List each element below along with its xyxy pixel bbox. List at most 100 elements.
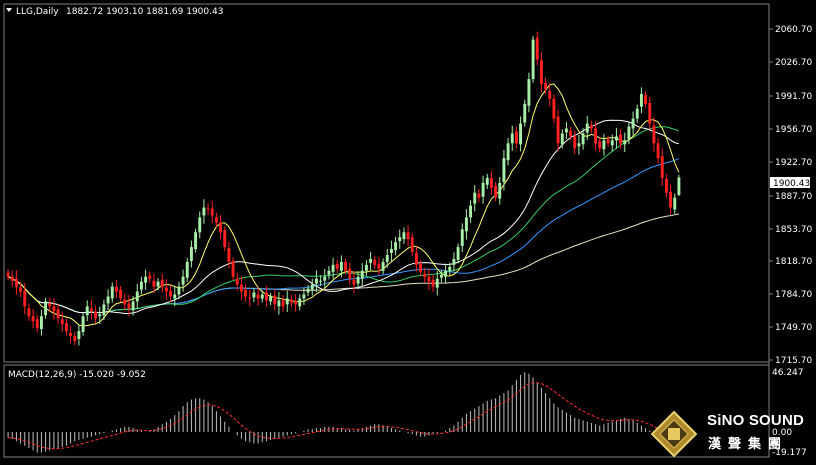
candle[interactable] <box>77 324 81 346</box>
candle[interactable] <box>239 276 243 300</box>
candle[interactable] <box>94 305 98 324</box>
candle[interactable] <box>231 257 235 281</box>
candle[interactable] <box>498 176 502 205</box>
candle[interactable] <box>577 135 581 155</box>
candle[interactable] <box>73 331 77 346</box>
candle[interactable] <box>314 270 318 292</box>
candle[interactable] <box>256 287 260 306</box>
candle[interactable] <box>469 200 473 223</box>
candle[interactable] <box>110 282 114 303</box>
candle[interactable] <box>664 174 668 198</box>
candle[interactable] <box>531 36 535 83</box>
candle[interactable] <box>635 104 639 123</box>
candle[interactable] <box>39 309 43 336</box>
candle[interactable] <box>556 109 560 151</box>
candle[interactable] <box>44 297 48 319</box>
candle[interactable] <box>506 137 510 166</box>
candle[interactable] <box>477 188 481 203</box>
candle[interactable] <box>160 273 164 293</box>
candle[interactable] <box>435 270 439 296</box>
candle[interactable] <box>614 128 618 149</box>
candle[interactable] <box>135 283 139 310</box>
candle[interactable] <box>464 209 468 240</box>
candle[interactable] <box>348 262 352 285</box>
candle[interactable] <box>564 121 568 139</box>
candle[interactable] <box>644 91 648 108</box>
candle[interactable] <box>252 287 256 303</box>
candle[interactable] <box>473 185 477 212</box>
candle[interactable] <box>327 266 331 280</box>
candle[interactable] <box>289 294 293 308</box>
candle[interactable] <box>181 269 185 292</box>
candle[interactable] <box>452 252 456 272</box>
candle[interactable] <box>6 269 10 281</box>
candle[interactable] <box>223 226 227 252</box>
candle[interactable] <box>273 289 277 311</box>
candle[interactable] <box>652 117 656 152</box>
candle[interactable] <box>535 31 539 66</box>
candle[interactable] <box>360 263 364 287</box>
candle[interactable] <box>52 298 56 320</box>
candle[interactable] <box>502 149 506 191</box>
candle[interactable] <box>35 315 39 333</box>
candle[interactable] <box>677 174 681 196</box>
candle[interactable] <box>194 228 198 253</box>
candle[interactable] <box>398 229 402 249</box>
chart-canvas[interactable]: 2060.70 2026.70 1991.70 1956.70 1922.70 1887.… <box>0 0 816 461</box>
candle[interactable] <box>423 267 427 283</box>
candle[interactable] <box>269 292 273 305</box>
candle[interactable] <box>277 292 281 315</box>
candle[interactable] <box>510 125 514 152</box>
candle[interactable] <box>123 293 127 311</box>
candle[interactable] <box>352 271 356 293</box>
candle[interactable] <box>189 240 193 268</box>
candle[interactable] <box>369 251 373 270</box>
candle[interactable] <box>310 278 314 296</box>
candle[interactable] <box>444 263 448 284</box>
candle[interactable] <box>323 269 327 289</box>
candle[interactable] <box>494 182 498 202</box>
candle[interactable] <box>552 94 556 124</box>
candle[interactable] <box>410 233 414 257</box>
candle[interactable] <box>669 184 673 215</box>
candle[interactable] <box>519 116 523 152</box>
candle[interactable] <box>335 259 339 273</box>
candle[interactable] <box>489 171 493 195</box>
candle[interactable] <box>14 270 18 295</box>
candle[interactable] <box>69 325 73 344</box>
candle[interactable] <box>623 132 627 153</box>
trading-chart[interactable]: 2060.70 2026.70 1991.70 1956.70 1922.70 1887.… <box>0 0 816 461</box>
candle[interactable] <box>202 199 206 224</box>
candle[interactable] <box>573 130 577 155</box>
candle[interactable] <box>298 294 302 311</box>
candle[interactable] <box>602 133 606 156</box>
candle[interactable] <box>456 243 460 264</box>
candle[interactable] <box>481 175 485 204</box>
candle[interactable] <box>639 87 643 114</box>
candle[interactable] <box>198 211 202 239</box>
candle[interactable] <box>402 227 406 244</box>
candle[interactable] <box>514 126 518 149</box>
candle[interactable] <box>406 225 410 247</box>
candle[interactable] <box>89 300 93 320</box>
candle[interactable] <box>364 260 368 276</box>
candle[interactable] <box>164 279 168 300</box>
candle[interactable] <box>114 280 118 299</box>
candle[interactable] <box>64 318 68 336</box>
candle[interactable] <box>27 303 31 321</box>
candle[interactable] <box>119 285 123 303</box>
candle[interactable] <box>156 278 160 291</box>
candle[interactable] <box>389 240 393 262</box>
candle[interactable] <box>589 120 593 134</box>
candle[interactable] <box>460 223 464 253</box>
candle[interactable] <box>144 269 148 290</box>
candle[interactable] <box>648 96 652 130</box>
candle[interactable] <box>210 200 214 224</box>
candle[interactable] <box>427 268 431 290</box>
candle[interactable] <box>660 148 664 186</box>
candle[interactable] <box>85 300 89 322</box>
candle[interactable] <box>81 312 85 336</box>
dropdown-triangle-icon[interactable] <box>6 8 12 12</box>
candle[interactable] <box>169 285 173 302</box>
candle[interactable] <box>214 212 218 228</box>
